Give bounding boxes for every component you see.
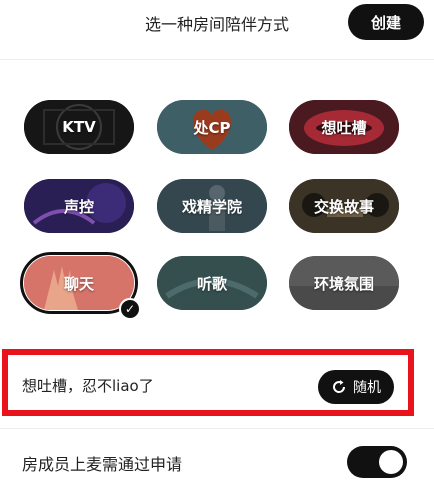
approve-setting-label: 房成员上麦需通过申请 <box>22 455 183 474</box>
divider <box>0 428 434 429</box>
header: 选一种房间陪伴方式 创建 <box>0 0 434 56</box>
mode-shengkong[interactable]: 声控 <box>24 179 134 233</box>
random-button-label: 随机 <box>353 380 381 396</box>
mode-ktv[interactable]: KTV <box>24 100 134 154</box>
mode-jiaohuan[interactable]: 交换故事 <box>289 179 399 233</box>
create-button[interactable]: 创建 <box>348 4 424 40</box>
mode-tingge[interactable]: 听歌 <box>157 256 267 310</box>
refresh-icon <box>333 380 346 393</box>
mode-label: 声控 <box>63 197 94 216</box>
mode-label: 戏精学院 <box>181 197 242 216</box>
mode-label: 处CP <box>193 118 231 137</box>
mode-label: 听歌 <box>196 274 227 293</box>
mode-label: KTV <box>62 118 96 136</box>
mode-xijing[interactable]: 戏精学院 <box>157 179 267 233</box>
toggle-knob <box>379 450 403 474</box>
mode-cp[interactable]: 处CP <box>157 100 267 154</box>
checkmark-icon: ✓ <box>119 298 141 320</box>
mode-label: 交换故事 <box>313 197 374 216</box>
mode-huanjing[interactable]: 环境氛围 <box>289 256 399 310</box>
topic-input[interactable]: 想吐槽，忍不liao了 <box>22 375 154 396</box>
mode-tucao[interactable]: 想吐槽 <box>289 100 399 154</box>
mode-label: 想吐槽 <box>321 118 367 137</box>
divider <box>0 59 434 60</box>
random-button[interactable]: 随机 <box>318 370 394 404</box>
approve-toggle[interactable] <box>347 446 407 478</box>
mode-label: 环境氛围 <box>313 274 374 293</box>
